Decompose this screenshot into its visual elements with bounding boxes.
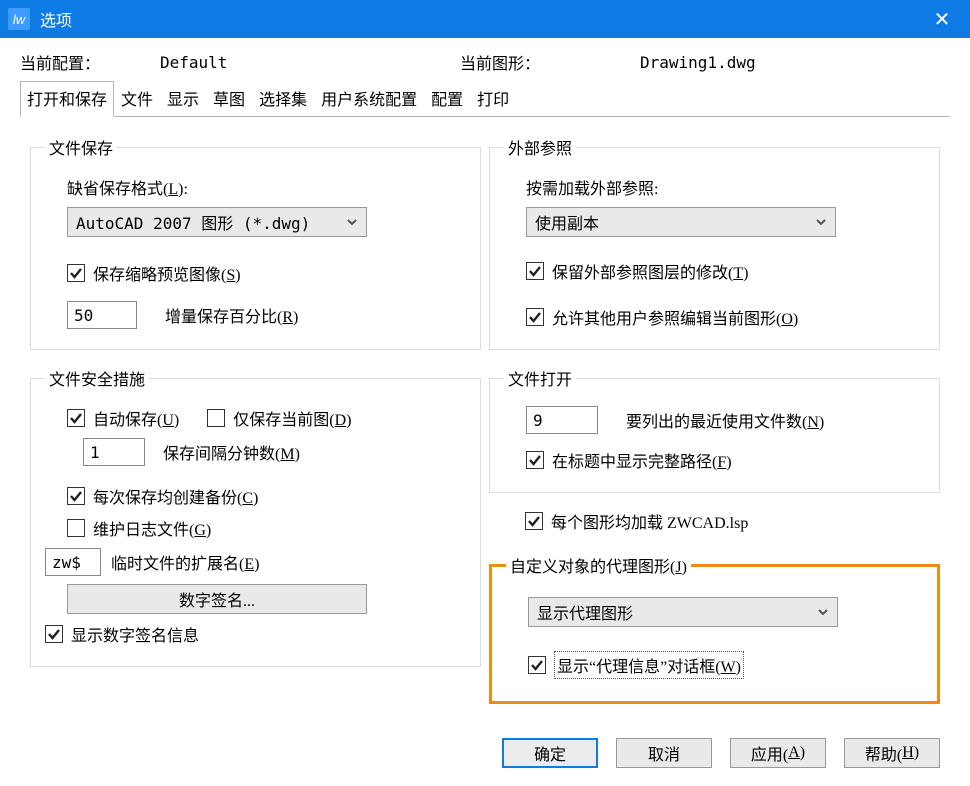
allow-others-checkbox[interactable] bbox=[526, 308, 544, 326]
keep-layers-label: 保留外部参照图层的修改(T) bbox=[552, 259, 748, 283]
group-proxy-graphics: 自定义对象的代理图形(J) 显示代理图形 显示“代理信息”对话框(W) bbox=[489, 553, 940, 704]
chevron-down-icon bbox=[346, 213, 358, 232]
tab-strip: 打开和保存 文件 显示 草图 选择集 用户系统配置 配置 打印 bbox=[20, 80, 950, 117]
load-lsp-label: 每个图形均加载 ZWCAD.lsp bbox=[551, 509, 748, 533]
chevron-down-icon bbox=[815, 213, 827, 232]
recent-files-input[interactable]: 9 bbox=[526, 406, 598, 434]
group-xref-legend: 外部参照 bbox=[504, 135, 576, 159]
group-xref: 外部参照 按需加载外部参照: 使用副本 保留外部参照图层的修改 bbox=[489, 135, 940, 350]
only-current-label: 仅保存当前图(D) bbox=[233, 406, 351, 430]
default-format-value: AutoCAD 2007 图形 (*.dwg) bbox=[76, 210, 310, 234]
recent-files-label: 要列出的最近使用文件数(N) bbox=[626, 408, 824, 432]
group-file-open: 文件打开 9 要列出的最近使用文件数(N) 在标题中显示完整路径(F) bbox=[489, 366, 940, 493]
demand-load-label: 按需加载外部参照: bbox=[526, 175, 658, 199]
group-file-safety: 文件安全措施 自动保存(U) 仅保存当前图(D) 1 bbox=[30, 366, 481, 667]
demand-load-value: 使用副本 bbox=[535, 210, 599, 234]
tab-config[interactable]: 配置 bbox=[424, 81, 470, 117]
backup-checkbox[interactable] bbox=[67, 487, 85, 505]
allow-others-label: 允许其他用户参照编辑当前图形(O) bbox=[552, 305, 798, 329]
window-title: 选项 bbox=[40, 7, 72, 31]
temp-ext-input[interactable]: zw$ bbox=[45, 548, 101, 576]
close-icon[interactable]: ✕ bbox=[922, 7, 962, 32]
app-icon: lw bbox=[8, 8, 30, 30]
show-digital-sign-label: 显示数字签名信息 bbox=[71, 622, 199, 646]
autosave-checkbox[interactable] bbox=[67, 409, 85, 427]
tab-user-sys[interactable]: 用户系统配置 bbox=[314, 81, 424, 117]
interval-input[interactable]: 1 bbox=[83, 438, 145, 466]
current-drawing-value: Drawing1.dwg bbox=[640, 53, 756, 72]
proxy-dialog-checkbox[interactable] bbox=[528, 656, 546, 674]
log-label: 维护日志文件(G) bbox=[93, 516, 211, 540]
incremental-save-input[interactable]: 50 bbox=[67, 301, 137, 329]
group-file-open-legend: 文件打开 bbox=[504, 366, 576, 390]
apply-button[interactable]: 应用(A) bbox=[730, 738, 826, 768]
group-file-safety-legend: 文件安全措施 bbox=[45, 366, 149, 390]
temp-ext-label: 临时文件的扩展名(E) bbox=[111, 550, 259, 574]
full-path-label: 在标题中显示完整路径(F) bbox=[552, 448, 732, 472]
help-button[interactable]: 帮助(H) bbox=[844, 738, 940, 768]
tab-print[interactable]: 打印 bbox=[470, 81, 516, 117]
cancel-button[interactable]: 取消 bbox=[616, 738, 712, 768]
chevron-down-icon bbox=[817, 603, 829, 622]
default-format-label: 缺省保存格式(L): bbox=[67, 175, 188, 199]
thumbnail-label: 保存缩略预览图像(S) bbox=[93, 261, 241, 285]
group-proxy-legend: 自定义对象的代理图形(J) bbox=[506, 553, 691, 577]
proxy-dialog-label: 显示“代理信息”对话框(W) bbox=[554, 651, 744, 679]
only-current-checkbox[interactable] bbox=[207, 409, 225, 427]
keep-layers-checkbox[interactable] bbox=[526, 262, 544, 280]
digital-signature-button[interactable]: 数字签名... bbox=[67, 584, 367, 614]
interval-label: 保存间隔分钟数(M) bbox=[163, 440, 300, 464]
thumbnail-checkbox[interactable] bbox=[67, 264, 85, 282]
log-checkbox[interactable] bbox=[67, 519, 85, 537]
tab-display[interactable]: 显示 bbox=[160, 81, 206, 117]
incremental-save-label: 增量保存百分比(R) bbox=[165, 303, 298, 327]
title-bar: lw 选项 ✕ bbox=[0, 0, 970, 38]
dialog-actions: 确定 取消 应用(A) 帮助(H) bbox=[484, 738, 940, 768]
proxy-graphics-select[interactable]: 显示代理图形 bbox=[528, 597, 838, 627]
proxy-graphics-value: 显示代理图形 bbox=[537, 600, 633, 624]
tab-selection[interactable]: 选择集 bbox=[252, 81, 314, 117]
autosave-label: 自动保存(U) bbox=[93, 406, 179, 430]
full-path-checkbox[interactable] bbox=[526, 451, 544, 469]
ok-button[interactable]: 确定 bbox=[502, 738, 598, 768]
tab-file[interactable]: 文件 bbox=[114, 81, 160, 117]
group-file-save-legend: 文件保存 bbox=[45, 135, 117, 159]
show-digital-sign-checkbox[interactable] bbox=[45, 625, 63, 643]
load-lsp-checkbox[interactable] bbox=[525, 512, 543, 530]
header-info: 当前配置： Default 当前图形： Drawing1.dwg bbox=[20, 50, 950, 74]
tab-sketch[interactable]: 草图 bbox=[206, 81, 252, 117]
backup-label: 每次保存均创建备份(C) bbox=[93, 484, 258, 508]
demand-load-select[interactable]: 使用副本 bbox=[526, 207, 836, 237]
current-drawing-label: 当前图形： bbox=[460, 50, 640, 74]
current-profile-label: 当前配置： bbox=[20, 50, 160, 74]
default-format-select[interactable]: AutoCAD 2007 图形 (*.dwg) bbox=[67, 207, 367, 237]
group-file-save: 文件保存 缺省保存格式(L): AutoCAD 2007 图形 (*.dwg) bbox=[30, 135, 481, 350]
current-profile-value: Default bbox=[160, 53, 460, 72]
tab-open-save[interactable]: 打开和保存 bbox=[20, 81, 114, 117]
